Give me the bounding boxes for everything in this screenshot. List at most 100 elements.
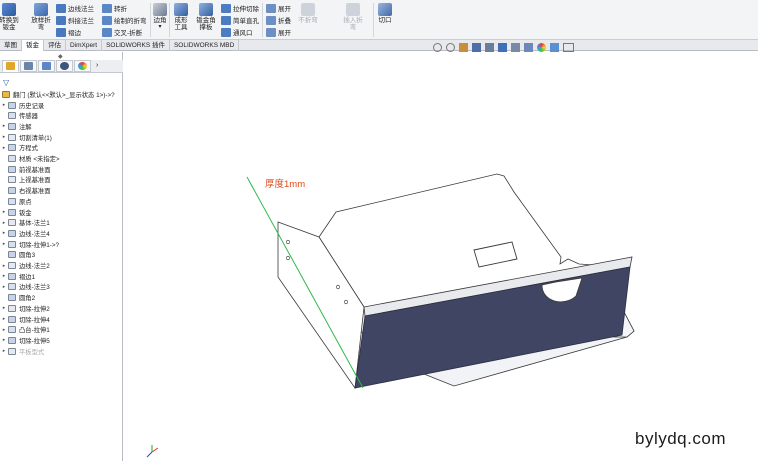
expand-arrow-icon[interactable]: ▸ — [0, 123, 8, 129]
vent-button[interactable]: 通风口 — [221, 27, 253, 37]
zoom-area-icon[interactable] — [446, 43, 455, 52]
zoom-to-fit-icon[interactable] — [433, 43, 442, 52]
section-view-icon[interactable] — [472, 43, 481, 52]
tree-item[interactable]: 原点 — [0, 196, 32, 206]
tab-configuration[interactable] — [38, 60, 55, 72]
gusset-button[interactable]: 钣金角撑板 — [195, 3, 217, 31]
feature-icon — [8, 304, 16, 312]
expand-arrow-icon[interactable]: ▸ — [0, 327, 8, 333]
expand-arrow-icon[interactable]: ▸ — [0, 230, 8, 236]
previous-view-icon[interactable] — [459, 43, 468, 52]
convert-to-sheet-metal-button[interactable]: 转换到钣金 — [0, 3, 19, 31]
tree-item-label: 钣金 — [19, 209, 32, 217]
feature-icon — [8, 187, 16, 195]
tab-evaluate[interactable]: 评估 — [44, 40, 66, 51]
corner-button[interactable]: 边角 ▾ — [152, 3, 168, 31]
chevron-right-icon[interactable]: › — [96, 60, 98, 72]
extruded-cut-button[interactable]: 拉伸切除 — [221, 3, 259, 13]
chevron-down-icon[interactable]: ▾ — [158, 24, 161, 31]
insert-bend-button[interactable]: 插入折弯 — [341, 3, 365, 31]
expand-arrow-icon[interactable]: ▸ — [0, 241, 8, 247]
panel-tabs: › — [0, 60, 123, 73]
tree-item[interactable]: 前视基准面 — [0, 164, 50, 174]
graphics-viewport[interactable]: 厚度1mm — [124, 43, 758, 461]
tree-item[interactable]: ▸ 钣金 — [0, 207, 32, 217]
tree-item[interactable]: ▸ 历史记录 — [0, 100, 44, 110]
tree-item[interactable]: ▸ 基体-法兰1 — [0, 218, 50, 228]
expand-arrow-icon[interactable]: ▸ — [0, 316, 8, 322]
expand-arrow-icon[interactable]: ▸ — [0, 209, 8, 215]
tree-item[interactable]: ▸ 凸台-拉伸1 — [0, 325, 50, 335]
tree-item[interactable]: 材质 <未指定> — [0, 154, 60, 164]
tree-root[interactable]: 翻门 (默认<<默认>_显示状态 1>)->? — [2, 89, 115, 99]
no-bend-button[interactable]: 不折弯 — [297, 3, 319, 24]
expand-arrow-icon[interactable]: ▸ — [0, 220, 8, 226]
dynamic-annotation-icon[interactable] — [485, 43, 494, 52]
sketched-bend-button[interactable]: 绘制的折弯 — [102, 15, 147, 25]
tree-item[interactable]: ▸ 边线-法兰3 — [0, 282, 50, 292]
expand-arrow-icon[interactable]: ▸ — [0, 145, 8, 151]
cross-break-button[interactable]: 交叉-折断 — [102, 27, 142, 37]
fold-icon — [266, 15, 276, 25]
expand-arrow-icon[interactable]: ▸ — [0, 134, 8, 140]
panel-grip-icon[interactable]: ◆ — [58, 53, 63, 60]
simple-hole-button[interactable]: 简单直孔 — [221, 15, 259, 25]
view-orientation-icon[interactable] — [498, 43, 507, 52]
tree-item[interactable]: 右视基准面 — [0, 186, 50, 196]
hide-show-icon[interactable] — [524, 43, 533, 52]
flatten-button[interactable]: 展开 — [266, 27, 291, 37]
tree-item[interactable]: 圆角3 — [0, 250, 35, 260]
expand-arrow-icon[interactable]: ▸ — [0, 348, 8, 354]
tab-mbd[interactable]: SOLIDWORKS MBD — [170, 40, 240, 51]
tree-item[interactable]: ▸ 切除-拉伸5 — [0, 335, 50, 345]
tab-property-manager[interactable] — [20, 60, 37, 72]
tree-item[interactable]: ▸ 边线-法兰2 — [0, 261, 50, 271]
tree-item[interactable]: ▸ 切除-拉伸2 — [0, 303, 50, 313]
tree-item[interactable]: 圆角2 — [0, 293, 35, 303]
tree-item[interactable]: ▸ 注解 — [0, 121, 32, 131]
display-style-icon[interactable] — [511, 43, 520, 52]
tree-item[interactable]: ▸ 切除-拉伸4 — [0, 314, 50, 324]
expand-arrow-icon[interactable]: ▸ — [0, 284, 8, 290]
feature-icon — [8, 122, 16, 130]
view-settings-icon[interactable] — [563, 43, 574, 52]
forming-tool-button[interactable]: 成形工具 — [171, 3, 191, 31]
appearance-icon[interactable] — [537, 43, 546, 52]
heads-up-toolbar — [433, 43, 574, 52]
tree-item[interactable]: 传感器 — [0, 111, 38, 121]
jog-button[interactable]: 转折 — [102, 3, 127, 13]
tree-item[interactable]: ▸ 切割清单(1) — [0, 132, 52, 142]
feature-icon — [8, 144, 16, 152]
lofted-bend-button[interactable]: 放样折弯 — [30, 3, 52, 31]
feature-icon — [8, 294, 16, 302]
fold-button[interactable]: 折叠 — [266, 15, 291, 25]
rip-button[interactable]: 切口 — [376, 3, 394, 24]
tree-item[interactable]: ▸ 切除-拉伸1->? — [0, 239, 59, 249]
expand-arrow-icon[interactable]: ▸ — [0, 273, 8, 279]
tree-item[interactable]: ▸ 褶边1 — [0, 271, 35, 281]
tab-sheet-metal[interactable]: 钣金 — [22, 40, 44, 51]
tab-dimxpert[interactable]: DimXpert — [66, 40, 103, 51]
tab-dimxpert-manager[interactable] — [56, 60, 73, 72]
tab-sketch[interactable]: 草图 — [0, 40, 22, 51]
tree-item[interactable]: ▸ 平板型式 — [0, 346, 44, 356]
unfold-button[interactable]: 展开 — [266, 3, 291, 13]
miter-flange-button[interactable]: 斜接法兰 — [56, 15, 94, 25]
expand-arrow-icon[interactable]: ▸ — [0, 305, 8, 311]
expand-arrow-icon[interactable]: ▸ — [0, 102, 8, 108]
hem-button[interactable]: 褶边 — [56, 27, 81, 37]
tab-display-manager[interactable] — [74, 60, 91, 72]
tree-item-label: 切除-拉伸1->? — [19, 241, 60, 249]
scene-icon[interactable] — [550, 43, 559, 52]
tab-addins[interactable]: SOLIDWORKS 插件 — [102, 40, 170, 51]
edge-flange-button[interactable]: 边线法兰 — [56, 3, 94, 13]
tree-item[interactable]: 上视基准面 — [0, 175, 50, 185]
tree-item[interactable]: ▸ 方程式 — [0, 143, 38, 153]
cross-break-icon — [102, 27, 112, 37]
expand-arrow-icon[interactable]: ▸ — [0, 337, 8, 343]
tree-item[interactable]: ▸ 边线-法兰4 — [0, 228, 50, 238]
filter-icon[interactable]: ▽ — [3, 78, 9, 87]
tab-feature-tree[interactable] — [2, 60, 19, 72]
expand-arrow-icon[interactable]: ▸ — [0, 263, 8, 269]
feature-icon — [8, 336, 16, 344]
